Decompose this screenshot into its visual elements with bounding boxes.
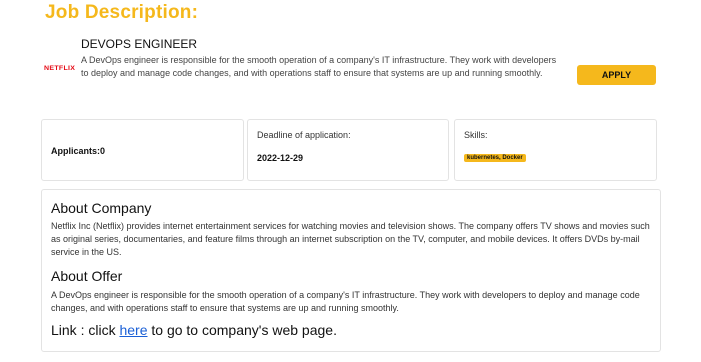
about-offer-heading: About Offer: [51, 268, 123, 284]
page-title: Job Description:: [45, 2, 199, 23]
skills-card: Skills: kubernetes, Docker: [454, 119, 657, 181]
skills-label: Skills:: [464, 130, 488, 140]
deadline-value: 2022-12-29: [257, 153, 304, 163]
apply-button[interactable]: APPLY: [577, 65, 656, 85]
about-offer-text: A DevOps engineer is responsible for the…: [51, 290, 640, 313]
about-company-heading: About Company: [51, 200, 152, 216]
link-prefix: Link : click: [51, 322, 120, 338]
company-web-page-link[interactable]: here: [119, 322, 147, 338]
applicants-card: Applicants:0: [41, 119, 244, 181]
link-suffix: to go to company's web page.: [147, 322, 337, 338]
applicants-count: Applicants:0: [51, 146, 106, 156]
company-logo: NETFLIX: [44, 65, 76, 72]
job-description: A DevOps engineer is responsible for the…: [81, 54, 561, 80]
job-title: DEVOPS ENGINEER: [81, 37, 198, 51]
skills-badge: kubernetes, Docker: [464, 154, 526, 162]
deadline-card: Deadline of application: 2022-12-29: [247, 119, 449, 181]
job-description-text: A DevOps engineer is responsible for the…: [81, 55, 557, 78]
about-company-text: Netflix Inc (Netflix) provides internet …: [51, 221, 650, 257]
deadline-label: Deadline of application:: [257, 130, 351, 140]
company-link-line: Link : click here to go to company's web…: [51, 322, 337, 338]
company-info-card: About Company Netflix Inc (Netflix) prov…: [41, 189, 661, 352]
